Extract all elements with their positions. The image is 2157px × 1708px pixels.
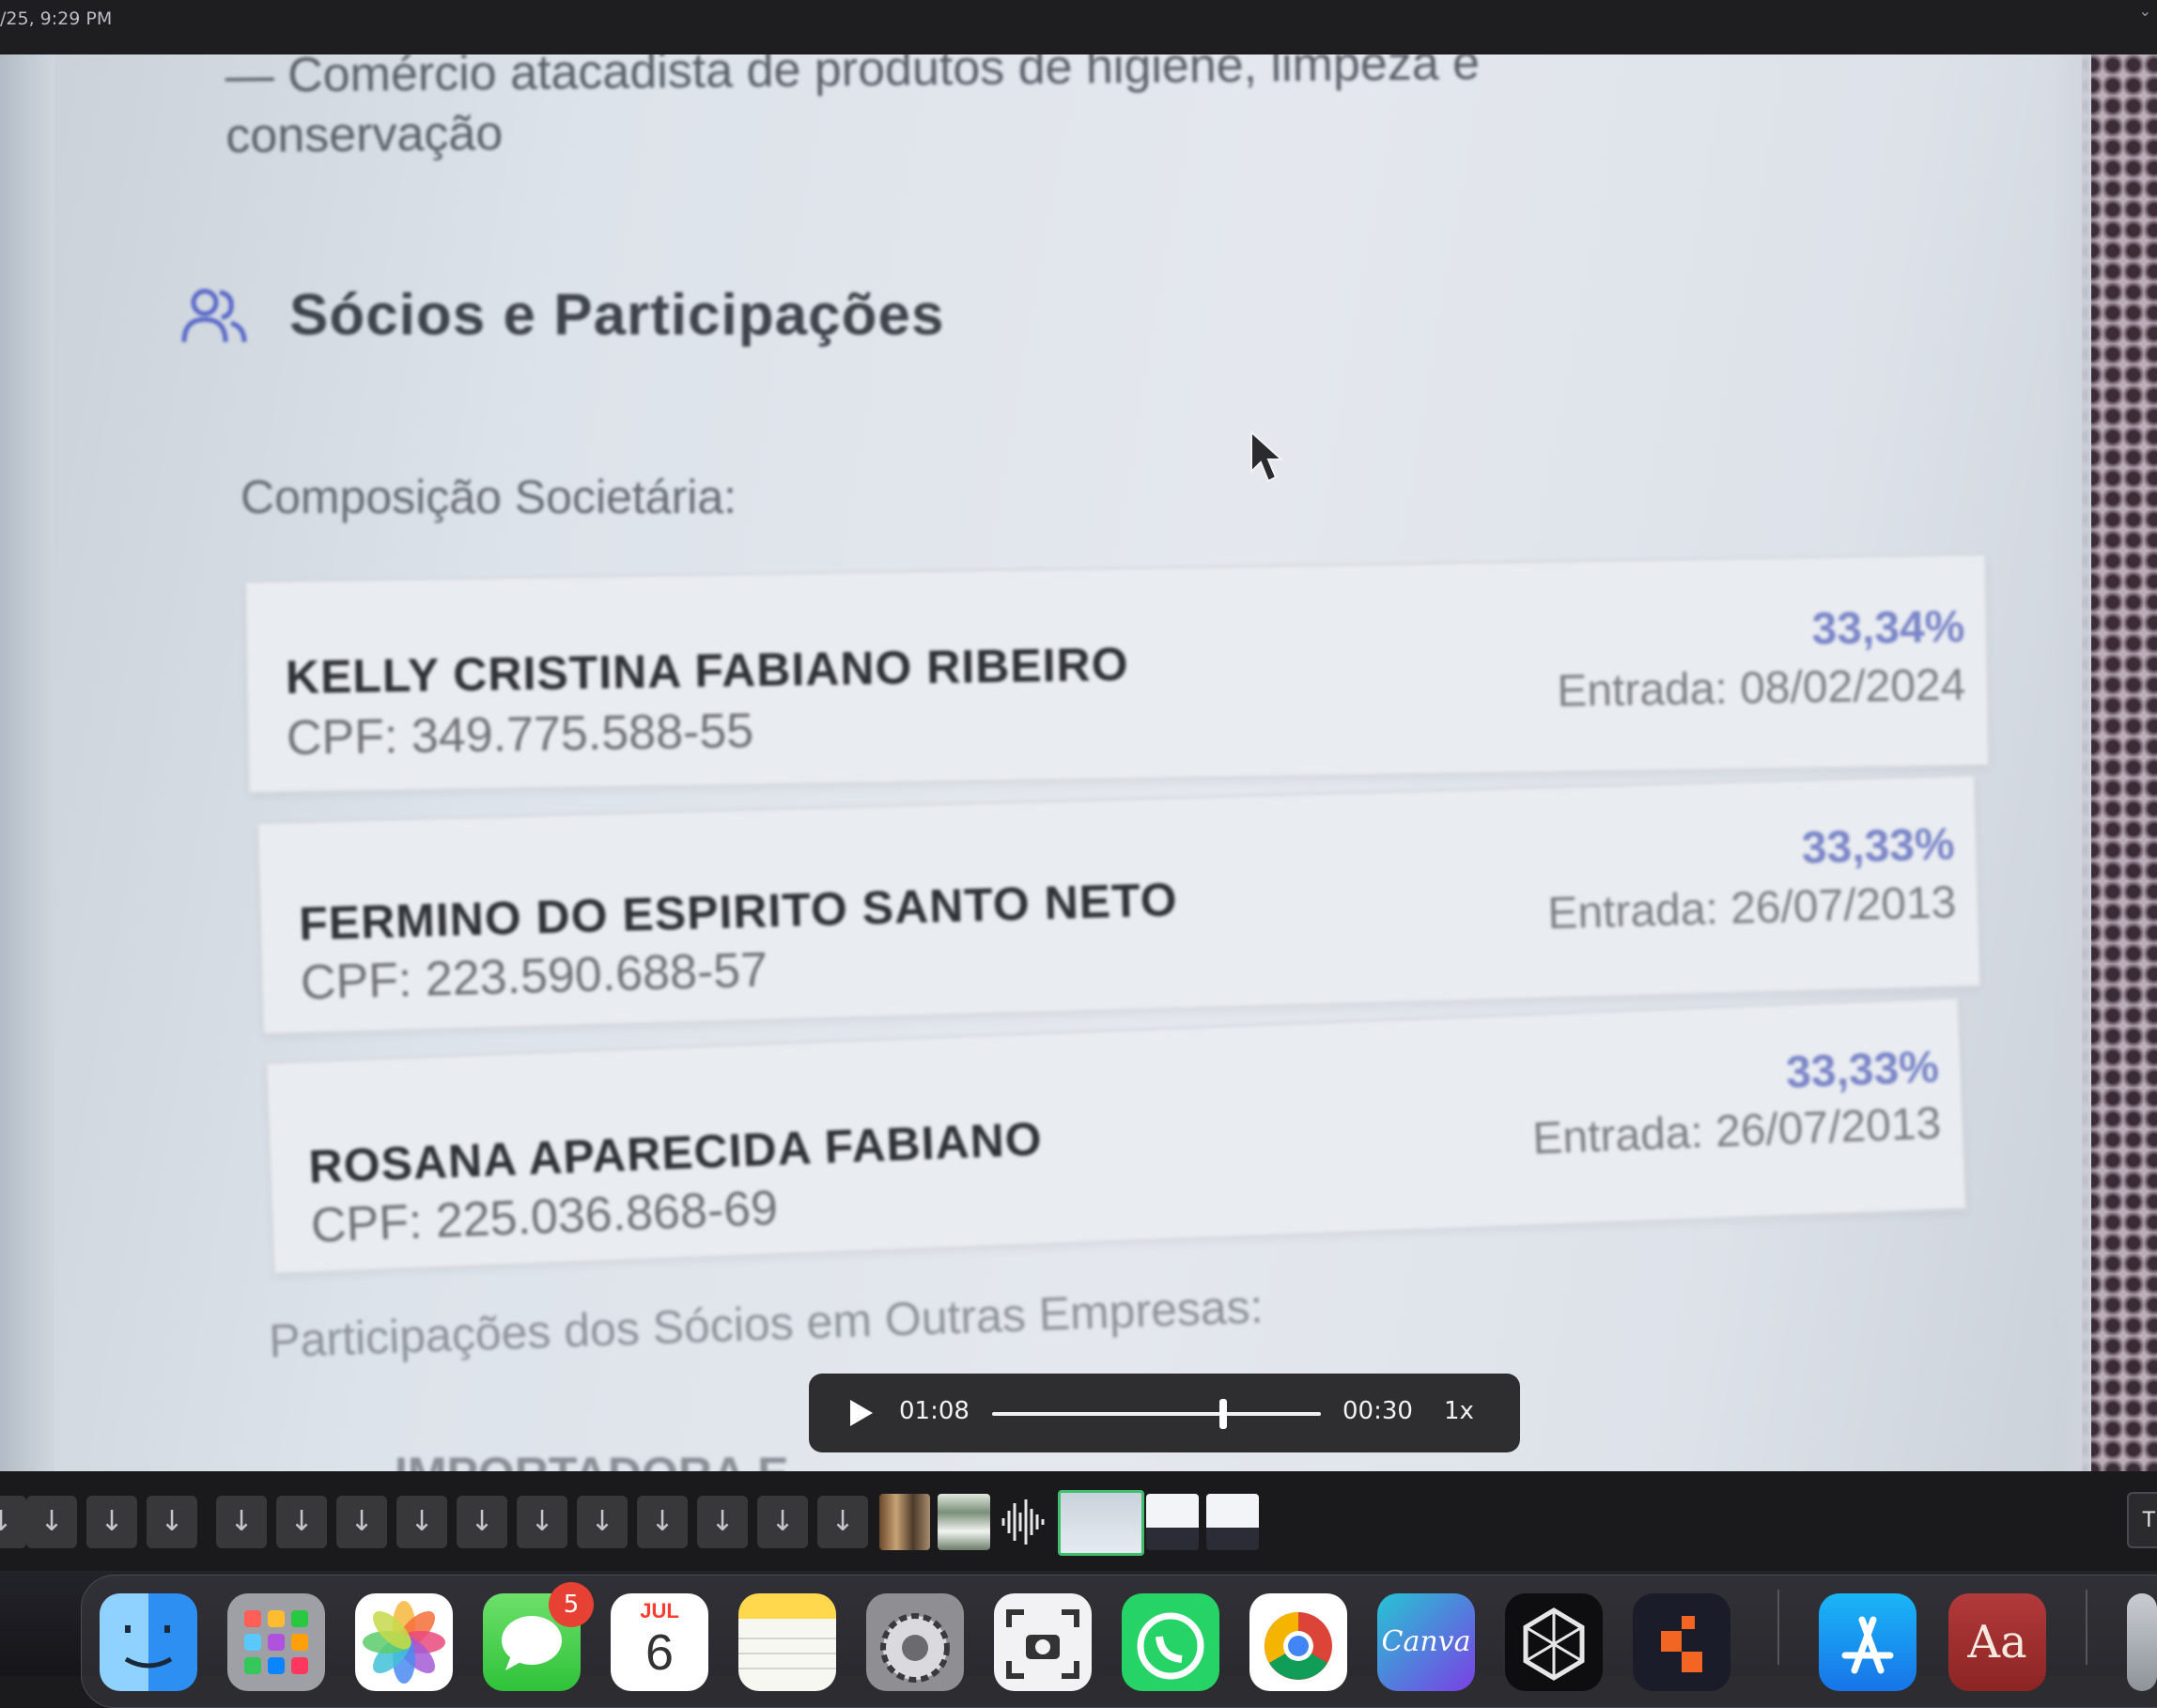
other-companies-heading: Participações dos Sócios em Outras Empre… bbox=[268, 1280, 1265, 1368]
calendar-month: JUL bbox=[640, 1599, 679, 1623]
partner-percent: 33,33% bbox=[1801, 819, 1956, 874]
current-time: 01:08 bbox=[899, 1397, 970, 1425]
dictionary-label: Aa bbox=[1967, 1616, 2027, 1669]
canva-label: Canva bbox=[1381, 1625, 1471, 1658]
perplexity-icon[interactable] bbox=[1505, 1593, 1603, 1691]
partner-entry-date: Entrada: 08/02/2024 bbox=[1556, 660, 1966, 717]
top-bar: /25, 9:29 PM ⌄ bbox=[0, 0, 2157, 55]
finder-icon[interactable] bbox=[100, 1593, 197, 1691]
download-icon[interactable]: ↓ bbox=[637, 1496, 688, 1548]
users-icon bbox=[181, 288, 247, 343]
photos-icon[interactable] bbox=[355, 1593, 453, 1691]
composition-subtitle: Composição Societária: bbox=[241, 471, 737, 523]
dictionary-icon[interactable]: Aa bbox=[1948, 1593, 2046, 1691]
filmstrip: ↓ ↓ ↓ ↓ ↓ ↓ ↓ ↓ ↓ ↓ ↓ ↓ ↓ ↓ ↓ T bbox=[0, 1471, 2157, 1571]
cutoff-text: IMPORTADORA E bbox=[395, 1447, 788, 1471]
download-icon[interactable]: ↓ bbox=[276, 1496, 327, 1548]
speaker-mesh bbox=[2082, 54, 2157, 1471]
partner-entry-date: Entrada: 26/07/2013 bbox=[1546, 877, 1958, 939]
play-icon[interactable] bbox=[846, 1398, 875, 1428]
launchpad-icon[interactable] bbox=[227, 1593, 325, 1691]
photographed-page: — Comércio atacadista de produtos de hig… bbox=[0, 54, 2157, 1471]
download-icon[interactable]: ↓ bbox=[336, 1496, 387, 1548]
partner-name: KELLY CRISTINA FABIANO RIBEIRO bbox=[285, 637, 1129, 704]
chrome-icon[interactable] bbox=[1249, 1593, 1347, 1691]
download-icon[interactable]: ↓ bbox=[457, 1496, 507, 1548]
speed-button[interactable]: 1x bbox=[1444, 1397, 1474, 1425]
video-frame[interactable]: — Comércio atacadista de produtos de hig… bbox=[0, 54, 2157, 1471]
partner-card: KELLY CRISTINA FABIANO RIBEIRO CPF: 349.… bbox=[244, 553, 1990, 794]
partner-name: ROSANA APARECIDA FABIANO bbox=[307, 1112, 1044, 1193]
timestamp: /25, 9:29 PM bbox=[0, 8, 113, 29]
section-title: Sócios e Participações bbox=[289, 283, 945, 348]
system-settings-icon[interactable] bbox=[866, 1593, 964, 1691]
notification-badge: 5 bbox=[549, 1582, 594, 1627]
dock-separator bbox=[1777, 1590, 1779, 1665]
partner-card: FERMINO DO ESPIRITO SANTO NETO CPF: 223.… bbox=[256, 774, 1981, 1035]
remaining-time: 00:30 bbox=[1342, 1397, 1413, 1425]
download-icon[interactable]: ↓ bbox=[0, 1496, 26, 1548]
thumbnail-screen[interactable] bbox=[1206, 1494, 1259, 1550]
mesh-fade bbox=[2054, 54, 2091, 1471]
download-icon[interactable]: ↓ bbox=[577, 1496, 628, 1548]
partner-card: ROSANA APARECIDA FABIANO CPF: 225.036.86… bbox=[265, 997, 1967, 1275]
partner-name: FERMINO DO ESPIRITO SANTO NETO bbox=[298, 873, 1179, 951]
partner-percent: 33,33% bbox=[1785, 1042, 1940, 1098]
whatsapp-icon[interactable] bbox=[1122, 1593, 1219, 1691]
download-icon[interactable]: ↓ bbox=[517, 1496, 567, 1548]
toolbox-icon[interactable] bbox=[1633, 1593, 1730, 1691]
partner-cpf: CPF: 223.590.688-57 bbox=[300, 942, 768, 1011]
partner-entry-date: Entrada: 26/07/2013 bbox=[1531, 1098, 1943, 1164]
app-store-icon[interactable] bbox=[1819, 1593, 1916, 1691]
thumbnail-screen[interactable] bbox=[1146, 1494, 1199, 1550]
canva-icon[interactable]: Canva bbox=[1377, 1593, 1475, 1691]
playback-controls: 01:08 00:30 1x bbox=[809, 1374, 1520, 1452]
download-icon[interactable]: ↓ bbox=[757, 1496, 808, 1548]
activity-line-2: conservação bbox=[225, 105, 504, 163]
calendar-icon[interactable]: JUL 6 bbox=[611, 1593, 708, 1691]
download-icon[interactable]: ↓ bbox=[216, 1496, 267, 1548]
partner-percent: 33,34% bbox=[1811, 601, 1965, 655]
trash-icon[interactable] bbox=[2127, 1593, 2157, 1691]
thumbnail-document[interactable] bbox=[938, 1494, 990, 1550]
download-icon[interactable]: ↓ bbox=[26, 1496, 77, 1548]
download-icon[interactable]: ↓ bbox=[86, 1496, 137, 1548]
download-icon[interactable]: ↓ bbox=[697, 1496, 748, 1548]
activity-text: — Comércio atacadista de produtos de hig… bbox=[225, 54, 1481, 166]
partner-cpf: CPF: 349.775.588-55 bbox=[286, 704, 754, 766]
audio-waveform-icon[interactable] bbox=[998, 1494, 1050, 1550]
close-icon[interactable]: ⌄ bbox=[2139, 2, 2151, 21]
download-icon[interactable]: ↓ bbox=[817, 1496, 868, 1548]
download-icon[interactable]: ↓ bbox=[147, 1496, 197, 1548]
scrubber-handle[interactable] bbox=[1218, 1399, 1227, 1429]
dock-separator bbox=[2086, 1590, 2087, 1665]
calendar-day: 6 bbox=[644, 1624, 675, 1681]
scrubber-track[interactable] bbox=[992, 1399, 1321, 1429]
thumbnail-photo[interactable] bbox=[879, 1494, 930, 1550]
filmstrip-right-button[interactable]: T bbox=[2127, 1492, 2157, 1548]
screenshot-icon[interactable] bbox=[994, 1593, 1092, 1691]
mouse-cursor-icon bbox=[1250, 430, 1284, 483]
notes-icon[interactable] bbox=[738, 1593, 836, 1691]
thumbnail-current[interactable] bbox=[1058, 1490, 1144, 1556]
download-icon[interactable]: ↓ bbox=[396, 1496, 447, 1548]
